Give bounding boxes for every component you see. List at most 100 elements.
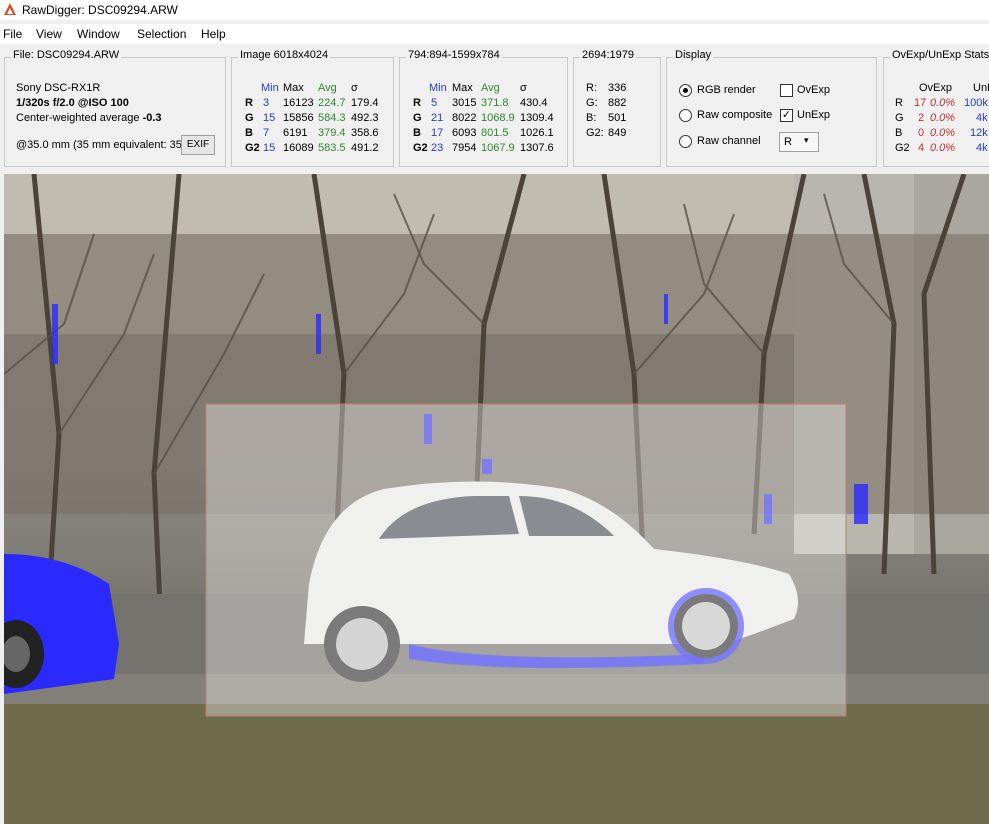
stats-pct: 0.0% [930,97,956,109]
focal-length-info: @35.0 mm (35 mm equivalent: 35. [16,139,182,151]
menu-file[interactable]: File [3,27,22,41]
stats-unexp: 12k [970,127,988,139]
menu-help[interactable]: Help [201,27,226,41]
row-sigma: 179.4 [351,97,379,109]
row-sigma: 1309.4 [520,112,554,124]
image-view[interactable] [4,174,989,824]
row-avg: 583.5 [318,142,346,154]
exif-button[interactable]: EXIF [181,135,215,155]
rawdigger-logo-icon [4,3,16,15]
row-min: 3 [263,97,270,109]
title-bar: RawDigger: DSC09294.ARW [0,0,989,20]
pixel-label: R: [586,82,597,94]
stats-unexp: 4k [976,142,988,154]
row-avg: 584.3 [318,112,346,124]
row-avg: 1068.9 [481,112,515,124]
menu-bar: File View Window Selection Help [0,24,989,44]
row-avg: 224.7 [318,97,346,109]
exposure-stats-panel: OvExp/UnExp Stats OvExp UnE R 17 0.0% 10… [883,49,989,167]
photo-render [4,174,989,824]
rgb-render-label: RGB render [697,84,756,96]
row-min: 23 [431,142,444,154]
col-unexp: UnE [973,82,989,94]
file-panel-title: File: DSC09294.ARW [11,49,122,61]
pixel-value: 336 [608,82,627,94]
image-stats-panel: Image 6018x4024 Min Max Avg σ R 3 16123 … [231,49,394,167]
row-min: 15 [263,112,276,124]
row-max: 6093 [452,127,477,139]
header-max: Max [283,82,304,94]
stats-channel: G [895,112,904,124]
menu-selection[interactable]: Selection [137,27,186,41]
rgb-render-radio[interactable] [679,84,692,97]
stats-unexp: 100k [964,97,988,109]
pixel-label: G2: [586,127,604,139]
raw-channel-select[interactable]: R ▾ [779,132,819,152]
stats-count: 2 [918,112,925,124]
row-sigma: 492.3 [351,112,379,124]
unexp-checkbox[interactable]: ✓ [780,109,793,122]
stats-channel: B [895,127,903,139]
row-max: 15856 [283,112,314,124]
image-stats-title: Image 6018x4024 [238,49,331,61]
pixel-value: 849 [608,127,627,139]
row-sigma: 430.4 [520,97,548,109]
stats-pct: 0.0% [930,127,956,139]
row-sigma: 1307.6 [520,142,554,154]
raw-channel-select-value: R [784,136,792,148]
col-ovexp: OvExp [919,82,953,94]
pixel-label: G: [586,97,598,109]
checkmark-icon: ✓ [781,109,792,121]
display-panel-title: Display [673,49,714,61]
row-channel: B [413,127,421,139]
raw-channel-radio[interactable] [679,135,692,148]
row-avg: 801.5 [481,127,509,139]
row-min: 15 [263,142,276,154]
row-avg: 379.4 [318,127,346,139]
selection-rectangle[interactable] [205,403,847,717]
pixel-value: 882 [608,97,627,109]
raw-composite-radio[interactable] [679,109,692,122]
header-min: Min [429,82,447,94]
display-panel: Display RGB render Raw composite Raw cha… [666,49,877,167]
selection-stats-title: 794:894-1599x784 [406,49,502,61]
stats-count: 17 [914,97,927,109]
metering-value: -0.3 [142,112,162,124]
menu-window[interactable]: Window [77,27,120,41]
row-channel: G [245,112,254,124]
metering-info: Center-weighted average -0.3 [16,112,162,124]
row-channel: B [245,127,253,139]
row-max: 16089 [283,142,314,154]
row-max: 8022 [452,112,477,124]
selection-stats-panel: 794:894-1599x784 Min Max Avg σ R 5 3015 … [399,49,568,167]
header-max: Max [452,82,473,94]
stats-count: 0 [918,127,925,139]
header-sigma: σ [520,82,527,94]
header-avg: Avg [318,82,337,94]
row-min: 5 [431,97,438,109]
row-channel: G2 [413,142,428,154]
menu-view[interactable]: View [36,27,62,41]
row-sigma: 1026.1 [520,127,554,139]
chevron-down-icon: ▾ [804,135,809,145]
file-panel: File: DSC09294.ARW Sony DSC-RX1R 1/320s … [4,49,226,167]
stats-count: 4 [918,142,925,154]
row-channel: G [413,112,422,124]
info-panels: File: DSC09294.ARW Sony DSC-RX1R 1/320s … [0,44,989,172]
ovexp-checkbox[interactable] [780,84,793,97]
row-max: 7954 [452,142,477,154]
header-min: Min [261,82,279,94]
row-max: 6191 [283,127,308,139]
raw-composite-label: Raw composite [697,109,773,121]
stats-pct: 0.0% [930,142,956,154]
camera-model: Sony DSC-RX1R [16,82,101,94]
pixel-label: B: [586,112,597,124]
row-sigma: 491.2 [351,142,379,154]
pixel-values-panel: 2694:1979 R: 336 G: 882 B: 501 G2: 849 [573,49,661,167]
pixel-coords-title: 2694:1979 [580,49,636,61]
row-max: 16123 [283,97,314,109]
stats-channel: R [895,97,903,109]
header-sigma: σ [351,82,358,94]
metering-label: Center-weighted average [16,112,140,124]
row-avg: 371.8 [481,97,509,109]
